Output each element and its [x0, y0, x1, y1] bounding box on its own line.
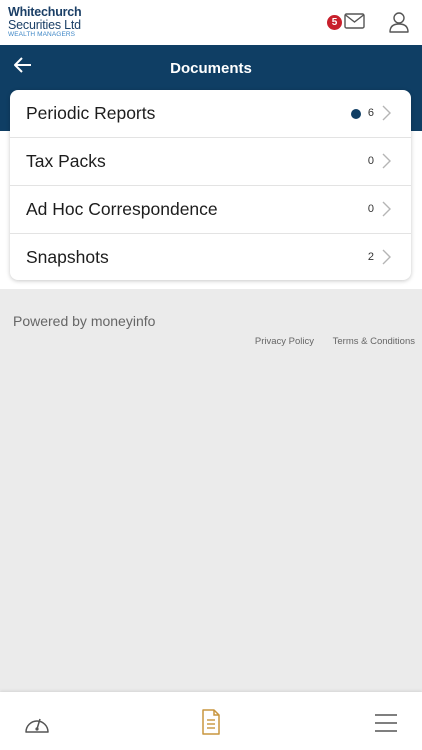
- message-count-badge[interactable]: 5: [327, 15, 342, 30]
- document-count: 0: [367, 203, 374, 215]
- footer-links: Privacy Policy Terms & Conditions: [255, 336, 415, 347]
- document-icon[interactable]: [201, 709, 221, 735]
- chevron-right-icon: [382, 153, 391, 169]
- list-item-label: Periodic Reports: [26, 103, 156, 123]
- page-title: Documents: [170, 60, 252, 77]
- logo-line-2: Securities Ltd: [8, 17, 81, 32]
- company-logo[interactable]: Whitechurch Securities Ltd WEALTH MANAGE…: [8, 6, 82, 39]
- user-icon[interactable]: [388, 11, 410, 33]
- powered-by-text: Powered by moneyinfo: [13, 313, 156, 329]
- document-count: 6: [367, 107, 374, 119]
- document-count: 2: [367, 251, 374, 263]
- privacy-policy-link[interactable]: Privacy Policy: [255, 336, 314, 347]
- list-item-label: Ad Hoc Correspondence: [26, 199, 218, 219]
- logo-line-1: Whitechurch: [8, 5, 82, 19]
- list-item-ad-hoc-correspondence[interactable]: Ad Hoc Correspondence 0: [10, 186, 411, 234]
- list-item-label: Snapshots: [26, 247, 109, 267]
- logo-line-3: WEALTH MANAGERS: [8, 31, 76, 38]
- chevron-right-icon: [382, 201, 391, 217]
- documents-list: Periodic Reports 6 Tax Packs 0 Ad Hoc Co…: [10, 90, 411, 280]
- hamburger-icon[interactable]: [374, 713, 398, 733]
- unread-indicator: [351, 109, 361, 119]
- list-item-snapshots[interactable]: Snapshots 2: [10, 234, 411, 280]
- list-item-label: Tax Packs: [26, 151, 106, 171]
- gauge-icon[interactable]: [23, 711, 51, 735]
- top-bar: Whitechurch Securities Ltd WEALTH MANAGE…: [0, 0, 422, 45]
- chevron-right-icon: [382, 249, 391, 265]
- list-item-periodic-reports[interactable]: Periodic Reports 6: [10, 90, 411, 138]
- chevron-right-icon: [382, 105, 391, 121]
- terms-conditions-link[interactable]: Terms & Conditions: [333, 336, 415, 347]
- document-count: 0: [367, 155, 374, 167]
- envelope-icon[interactable]: [344, 13, 365, 29]
- list-item-tax-packs[interactable]: Tax Packs 0: [10, 138, 411, 186]
